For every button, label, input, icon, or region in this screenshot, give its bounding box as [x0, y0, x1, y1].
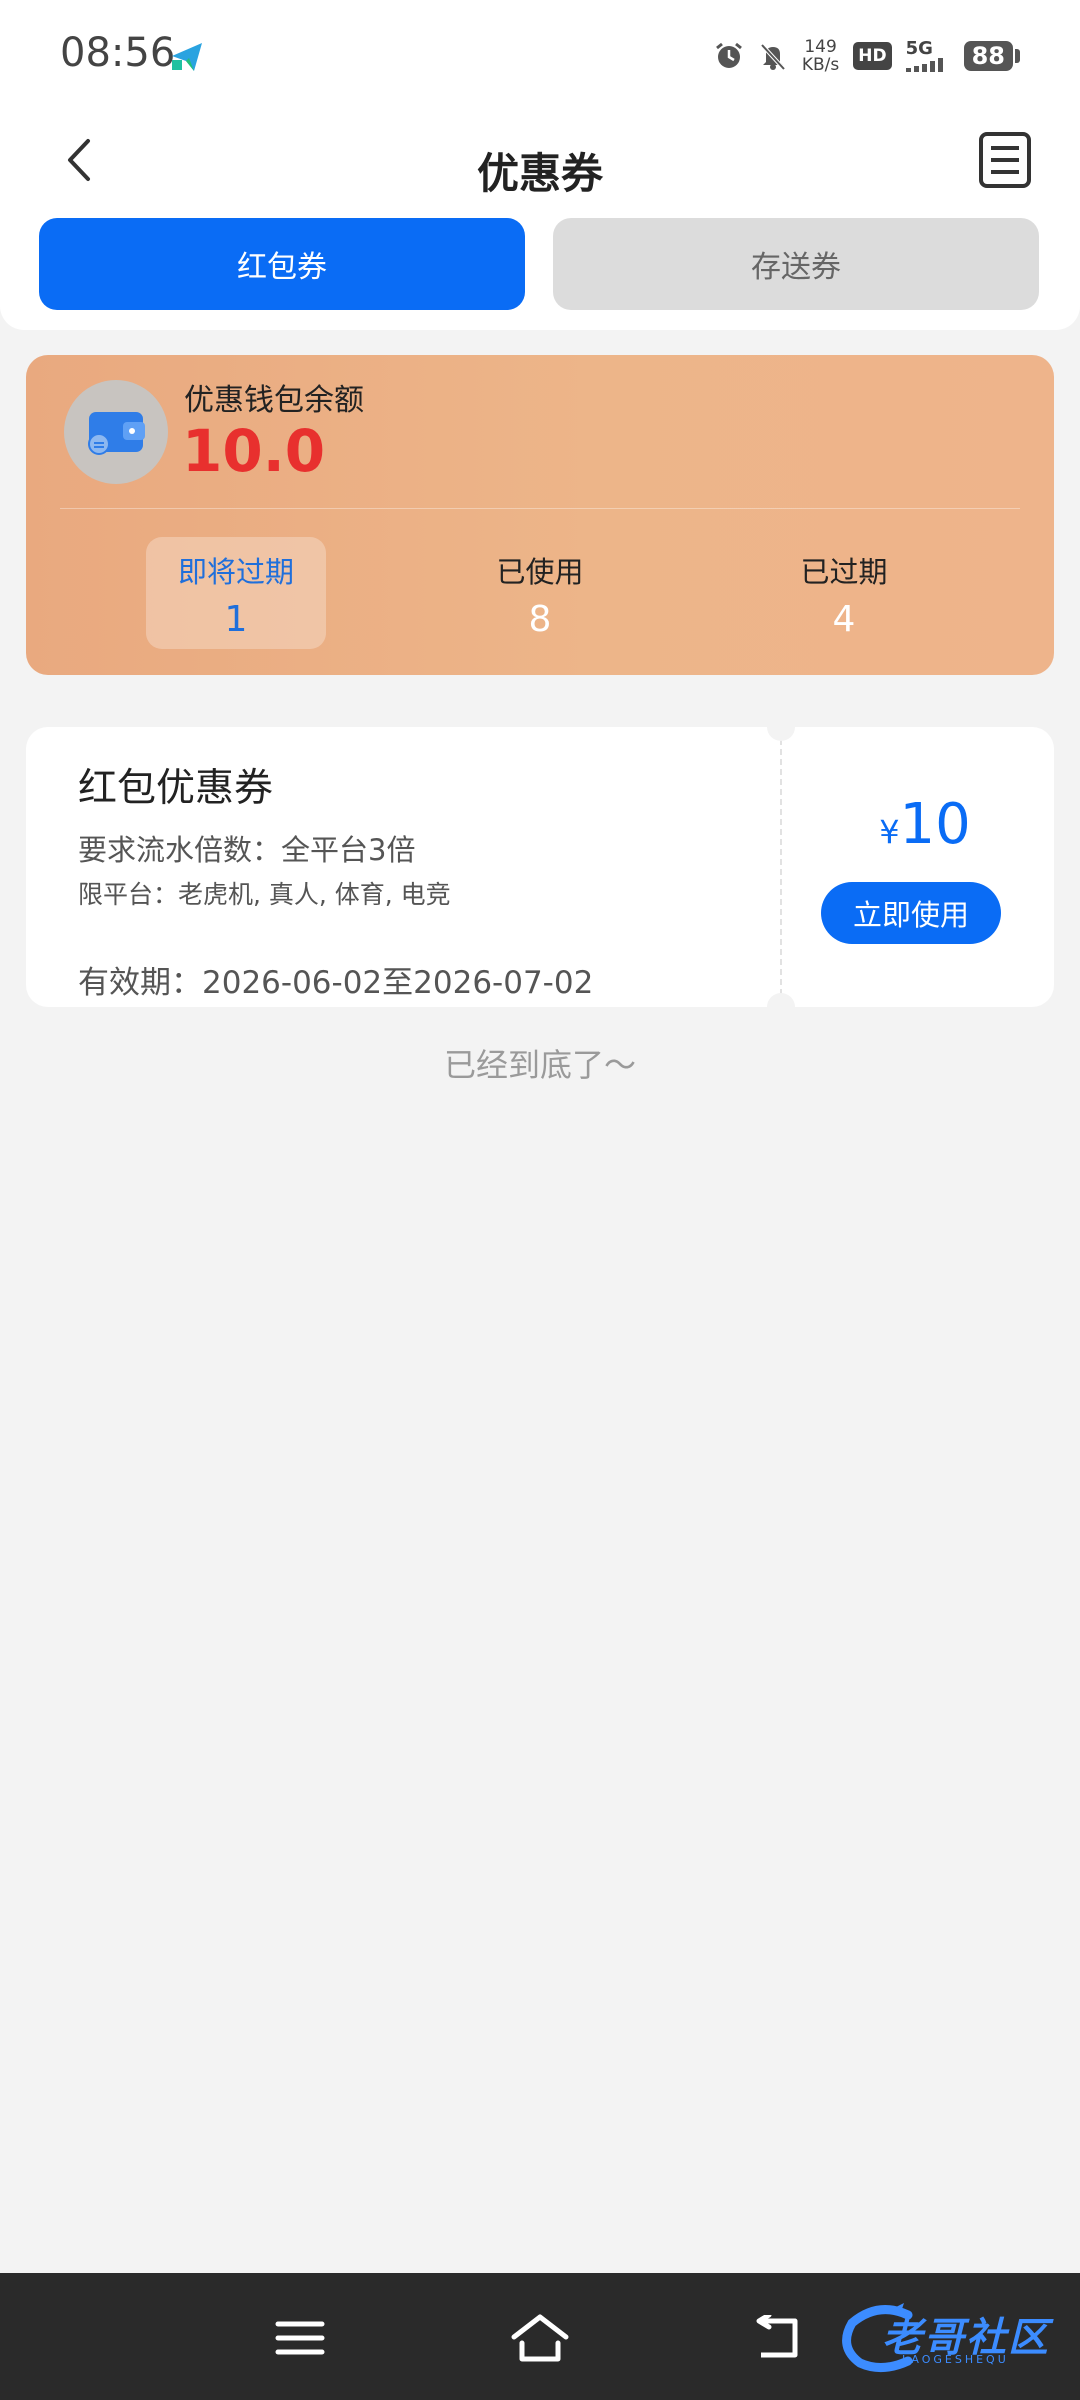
stat-expiring-soon[interactable]: 即将过期 1: [146, 537, 326, 649]
signal-bars-icon: [905, 58, 943, 72]
stat-expired[interactable]: 已过期 4: [754, 537, 934, 649]
battery-tip: [1015, 49, 1020, 63]
nav-home-button[interactable]: [495, 2293, 585, 2383]
wallet-icon-circle: [64, 380, 168, 484]
document-list-icon: [979, 132, 1031, 188]
back-arrow-icon: [756, 2315, 798, 2358]
use-now-button[interactable]: 立即使用: [821, 882, 1001, 944]
alarm-icon: [715, 42, 742, 68]
wallet-card: 优惠钱包余额 10.0 即将过期 1 已使用 8 已过期 4: [26, 355, 1054, 675]
coupon-amount: ¥10: [796, 792, 1054, 857]
wallet-icon: [88, 412, 145, 455]
tab-deposit-bonus-coupon[interactable]: 存送券: [553, 218, 1039, 310]
battery-level: 88: [963, 41, 1013, 71]
signal-indicator: 5G: [905, 38, 950, 72]
coupon-notch-bottom: [767, 993, 795, 1007]
status-time: 08:56: [60, 30, 176, 76]
coupon-flow-requirement: 要求流水倍数：全平台3倍: [78, 833, 416, 867]
speed-unit: KB/s: [801, 55, 840, 75]
stat-value: 4: [832, 599, 856, 640]
menu-icon: [275, 2321, 325, 2355]
nav-menu-button[interactable]: [255, 2293, 345, 2383]
hd-badge: HD: [853, 42, 892, 70]
coupon-divider: [780, 739, 782, 995]
page-title: 优惠券: [476, 149, 603, 198]
header: 优惠券 红包券 存送券: [0, 100, 1080, 330]
divider: [60, 508, 1020, 509]
battery-indicator: 88: [963, 41, 1020, 71]
home-icon: [511, 2314, 569, 2362]
wallet-balance-label: 优惠钱包余额: [184, 383, 364, 418]
coupon-notch-top: [767, 727, 795, 741]
stat-value: 1: [224, 599, 248, 640]
coupon-platforms: 限平台：老虎机, 真人, 体育, 电竞: [78, 880, 451, 909]
network-type: 5G: [905, 38, 933, 59]
stat-label: 即将过期: [177, 555, 294, 589]
system-nav-bar: 老哥社区 LAOGESHEQU: [0, 2273, 1080, 2400]
stat-label: 已使用: [496, 555, 584, 589]
wallet-balance-value: 10.0: [182, 417, 326, 485]
amount-value: 10: [899, 792, 971, 857]
records-button[interactable]: [960, 110, 1050, 210]
speed-value: 149: [804, 37, 837, 57]
stat-value: 8: [528, 599, 552, 640]
network-speed: 149 KB/s: [802, 38, 839, 74]
currency-symbol: ¥: [879, 813, 900, 851]
tab-red-packet-coupon[interactable]: 红包券: [39, 218, 525, 310]
coupon-title: 红包优惠券: [78, 766, 274, 811]
telegram-app-icon: [172, 43, 202, 71]
watermark-subtext: LAOGESHEQU: [902, 2353, 1009, 2366]
coupon-validity: 有效期：2026-06-02至2026-07-02: [78, 965, 594, 1001]
mute-bell-icon: [760, 43, 786, 71]
stat-label: 已过期: [800, 555, 888, 589]
watermark-logo: 老哥社区 LAOGESHEQU: [838, 2301, 1064, 2373]
coupon-card: 红包优惠券 要求流水倍数：全平台3倍 限平台：老虎机, 真人, 体育, 电竞 有…: [26, 727, 1054, 1007]
status-bar: 08:56 149 KB/s HD 5G 88: [0, 0, 1080, 100]
end-of-list-text: 已经到底了～: [443, 1046, 636, 1084]
nav-back-button[interactable]: [735, 2293, 825, 2383]
stat-used[interactable]: 已使用 8: [450, 537, 630, 649]
